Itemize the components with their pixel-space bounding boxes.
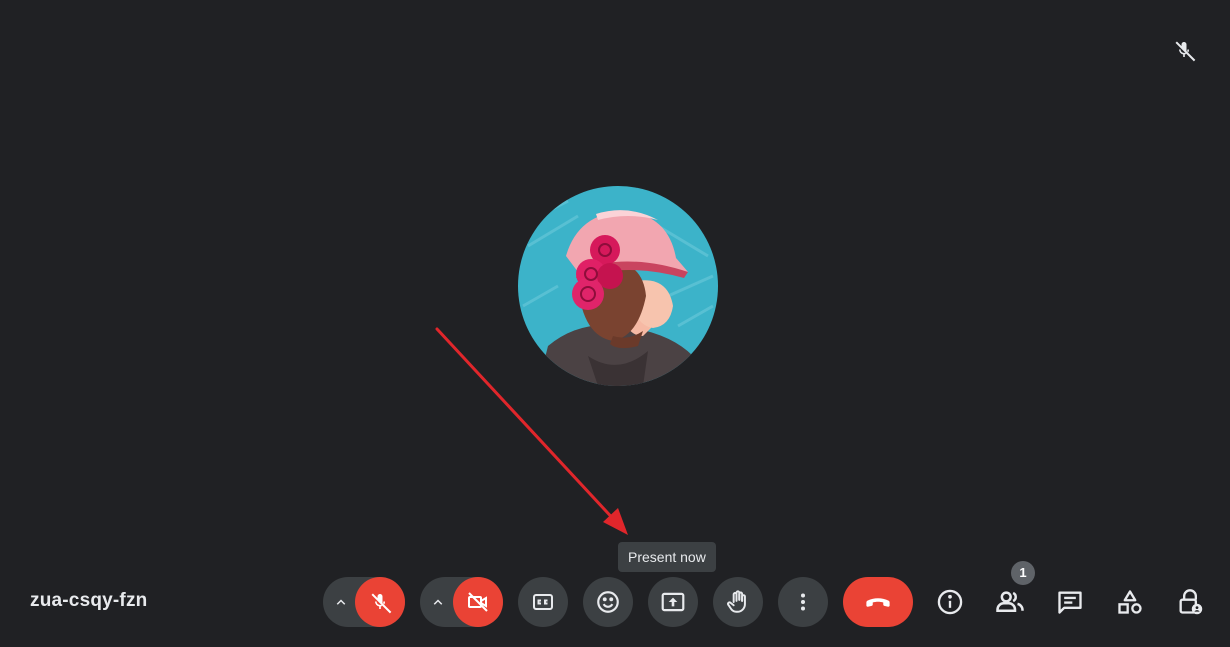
host-controls-button[interactable] [1166, 578, 1214, 626]
meeting-details-button[interactable] [926, 578, 974, 626]
camera-control-group [420, 577, 503, 627]
activities-icon [1116, 588, 1144, 616]
meeting-code: zua-csqy-fzn [30, 590, 148, 611]
chevron-up-icon [332, 593, 350, 611]
mic-control-group [323, 577, 405, 627]
chat-button[interactable] [1046, 578, 1094, 626]
videocam-off-icon [466, 590, 490, 614]
closed-caption-icon [531, 590, 555, 614]
participant-count-badge: 1 [1011, 561, 1035, 585]
raise-hand-icon [725, 589, 751, 615]
info-icon [936, 588, 964, 616]
participant-muted-icon [1172, 38, 1196, 62]
present-now-icon [660, 589, 686, 615]
mic-off-icon [368, 590, 392, 614]
more-options-button[interactable] [778, 577, 828, 627]
video-options-button[interactable] [420, 577, 456, 627]
toggle-camera-button[interactable] [453, 577, 503, 627]
toggle-mic-button[interactable] [355, 577, 405, 627]
raise-hand-button[interactable] [713, 577, 763, 627]
people-icon [995, 587, 1025, 617]
participant-avatar [518, 186, 718, 386]
call-end-icon [863, 587, 893, 617]
chevron-up-icon [429, 593, 447, 611]
show-everyone-button[interactable] [986, 578, 1034, 626]
host-controls-icon [1176, 588, 1204, 616]
reactions-button[interactable] [583, 577, 633, 627]
leave-call-button[interactable] [843, 577, 913, 627]
captions-button[interactable] [518, 577, 568, 627]
present-now-tooltip: Present now [618, 542, 716, 572]
emoji-icon [595, 589, 621, 615]
activities-button[interactable] [1106, 578, 1154, 626]
more-options-icon [791, 590, 815, 614]
audio-options-button[interactable] [323, 577, 359, 627]
present-now-button[interactable] [648, 577, 698, 627]
chat-icon [1056, 588, 1084, 616]
